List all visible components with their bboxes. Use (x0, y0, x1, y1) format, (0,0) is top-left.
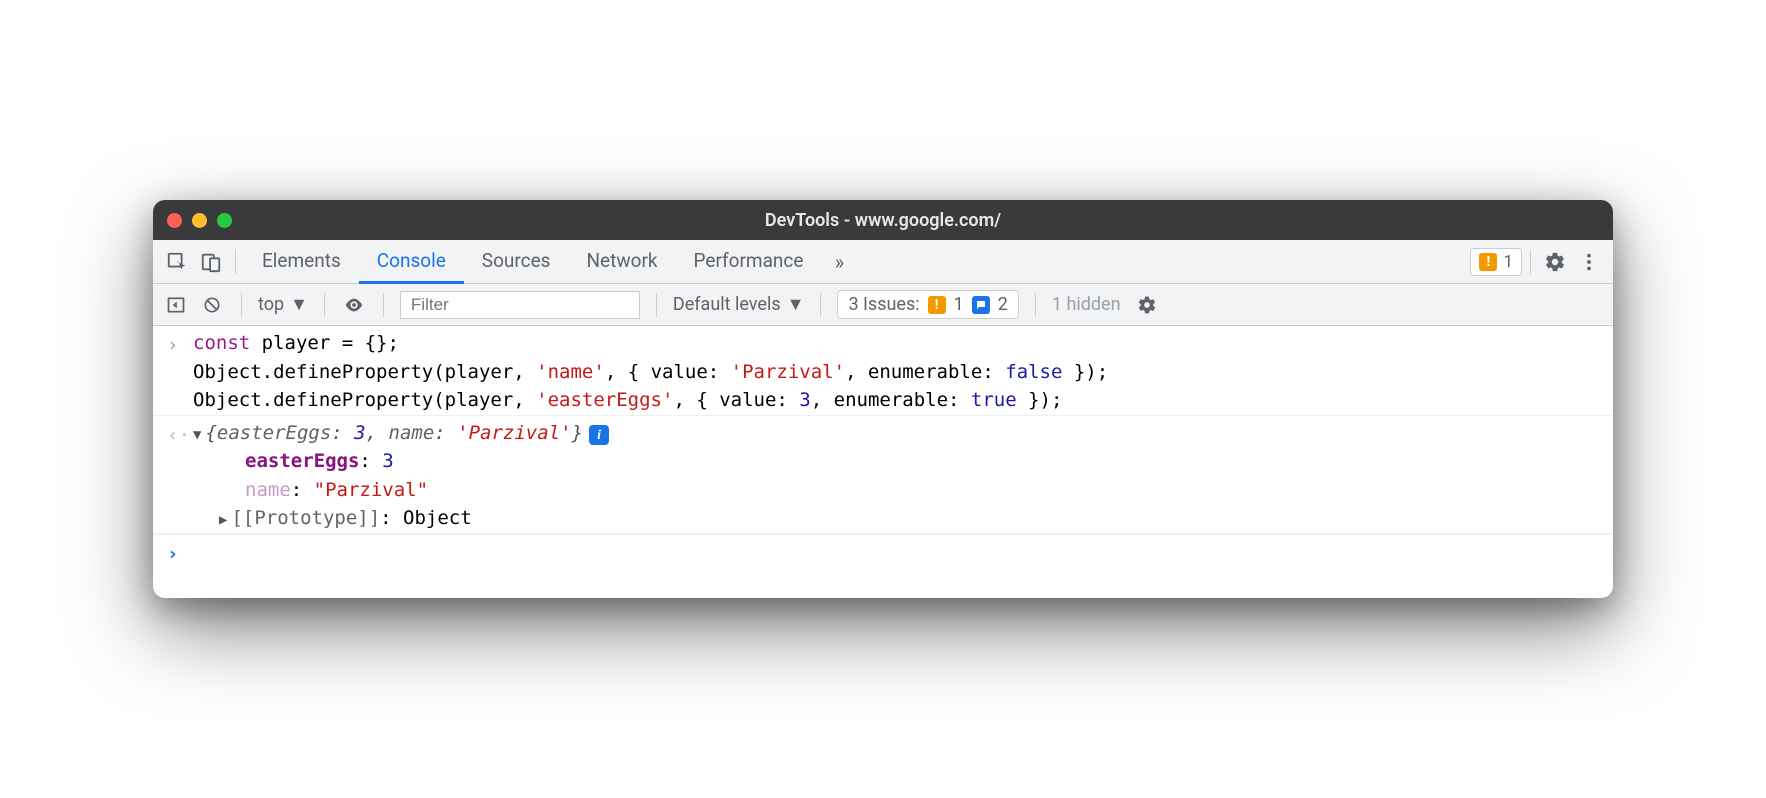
property-value: "Parzival" (314, 479, 428, 501)
code-token: 'name' (536, 361, 605, 383)
divider (656, 293, 657, 317)
minimize-window-button[interactable] (192, 213, 207, 228)
object-summary[interactable]: ▼{easterEggs: 3, name: 'Parzival'} i (193, 419, 1599, 448)
console-input-row: › const player = {}; Object.defineProper… (153, 326, 1613, 415)
console-prompt-row[interactable]: › (153, 534, 1613, 579)
divider (324, 293, 325, 317)
context-label: top (258, 294, 284, 315)
code-token: }); (1017, 389, 1063, 411)
traffic-lights (167, 213, 232, 228)
property-name: name (245, 479, 291, 501)
warning-icon: ! (1479, 253, 1497, 271)
warning-count: 1 (1503, 252, 1513, 272)
panel-tabs: ElementsConsoleSourcesNetworkPerformance (244, 240, 821, 284)
code-token: 'easterEggs' (536, 389, 673, 411)
log-level-label: Default levels (673, 294, 781, 315)
window-title: DevTools - www.google.com/ (765, 210, 1001, 231)
prototype-label: [[Prototype]] (231, 507, 380, 529)
info-icon (972, 296, 990, 314)
issues-button[interactable]: 3 Issues: ! 1 2 (837, 290, 1018, 319)
chevron-down-icon: ▼ (290, 294, 308, 315)
code-token: Object.defineProperty(player, (193, 361, 536, 383)
issues-label: 3 Issues: (848, 294, 919, 315)
console-prompt-input[interactable] (193, 538, 1599, 569)
code-token: true (971, 389, 1017, 411)
code-token: , { value: (673, 389, 799, 411)
clear-console-icon[interactable] (199, 289, 225, 321)
code-token: Object.defineProperty(player, (193, 389, 536, 411)
titlebar: DevTools - www.google.com/ (153, 200, 1613, 240)
tab-elements[interactable]: Elements (244, 240, 359, 284)
object-prototype[interactable]: ▶[[Prototype]]: Object (193, 504, 1599, 533)
maximize-window-button[interactable] (217, 213, 232, 228)
object-property[interactable]: name: "Parzival" (193, 476, 1599, 505)
code-token: 'Parzival' (731, 361, 845, 383)
tab-network[interactable]: Network (568, 240, 675, 284)
code-token: false (1005, 361, 1062, 383)
output-arrow-icon: ‹· (167, 419, 193, 533)
console-toolbar: top ▼ Default levels ▼ 3 Issues: ! 1 2 1… (153, 284, 1613, 326)
divider (235, 250, 236, 274)
warnings-badge[interactable]: ! 1 (1470, 248, 1522, 276)
main-tabbar: ElementsConsoleSourcesNetworkPerformance… (153, 240, 1613, 284)
console-input-code: const player = {}; Object.defineProperty… (193, 329, 1599, 415)
kebab-menu-icon[interactable] (1573, 246, 1605, 278)
more-tabs-icon[interactable]: » (823, 246, 855, 278)
console-output[interactable]: ▼{easterEggs: 3, name: 'Parzival'}ieaste… (193, 419, 1599, 533)
divider (383, 293, 384, 317)
divider (820, 293, 821, 317)
console-body: › const player = {}; Object.defineProper… (153, 326, 1613, 598)
code-token: , enumerable: (811, 389, 971, 411)
tab-sources[interactable]: Sources (464, 240, 569, 284)
settings-icon[interactable] (1539, 246, 1571, 278)
input-prompt-icon: › (167, 329, 193, 415)
expand-toggle-icon[interactable]: ▼ (193, 425, 201, 446)
object-property[interactable]: easterEggs: 3 (193, 447, 1599, 476)
property-name: easterEggs (245, 450, 359, 472)
property-value: 3 (382, 450, 393, 472)
issues-warn-count: 1 (954, 294, 964, 315)
devtools-window: DevTools - www.google.com/ ElementsConso… (153, 200, 1613, 598)
issues-info-count: 2 (998, 294, 1008, 315)
code-token: 3 (799, 389, 810, 411)
hidden-messages-label[interactable]: 1 hidden (1052, 294, 1121, 315)
tab-console[interactable]: Console (359, 240, 464, 284)
expand-toggle-icon[interactable]: ▶ (219, 510, 227, 531)
object-preview: {easterEggs: 3, name: 'Parzival'} (205, 422, 583, 444)
tab-performance[interactable]: Performance (676, 240, 822, 284)
context-selector[interactable]: top ▼ (258, 294, 308, 315)
divider (1530, 250, 1531, 274)
toggle-sidebar-icon[interactable] (163, 289, 189, 321)
code-token: const (193, 332, 250, 354)
divider (241, 293, 242, 317)
divider (1035, 293, 1036, 317)
console-settings-icon[interactable] (1131, 289, 1163, 321)
inspect-element-icon[interactable] (161, 246, 193, 278)
code-token: player = {}; (250, 332, 399, 354)
console-output-row: ‹· ▼{easterEggs: 3, name: 'Parzival'}iea… (153, 415, 1613, 534)
code-token: }); (1062, 361, 1108, 383)
code-token: , { value: (605, 361, 731, 383)
close-window-button[interactable] (167, 213, 182, 228)
log-level-selector[interactable]: Default levels ▼ (673, 294, 805, 315)
warning-icon: ! (928, 296, 946, 314)
code-token: , enumerable: (845, 361, 1005, 383)
prototype-value: Object (403, 507, 472, 529)
info-icon[interactable]: i (589, 425, 609, 445)
filter-input[interactable] (400, 291, 640, 319)
chevron-down-icon: ▼ (787, 294, 805, 315)
prompt-icon: › (167, 538, 193, 569)
live-expression-icon[interactable] (341, 289, 367, 321)
device-toolbar-icon[interactable] (195, 246, 227, 278)
